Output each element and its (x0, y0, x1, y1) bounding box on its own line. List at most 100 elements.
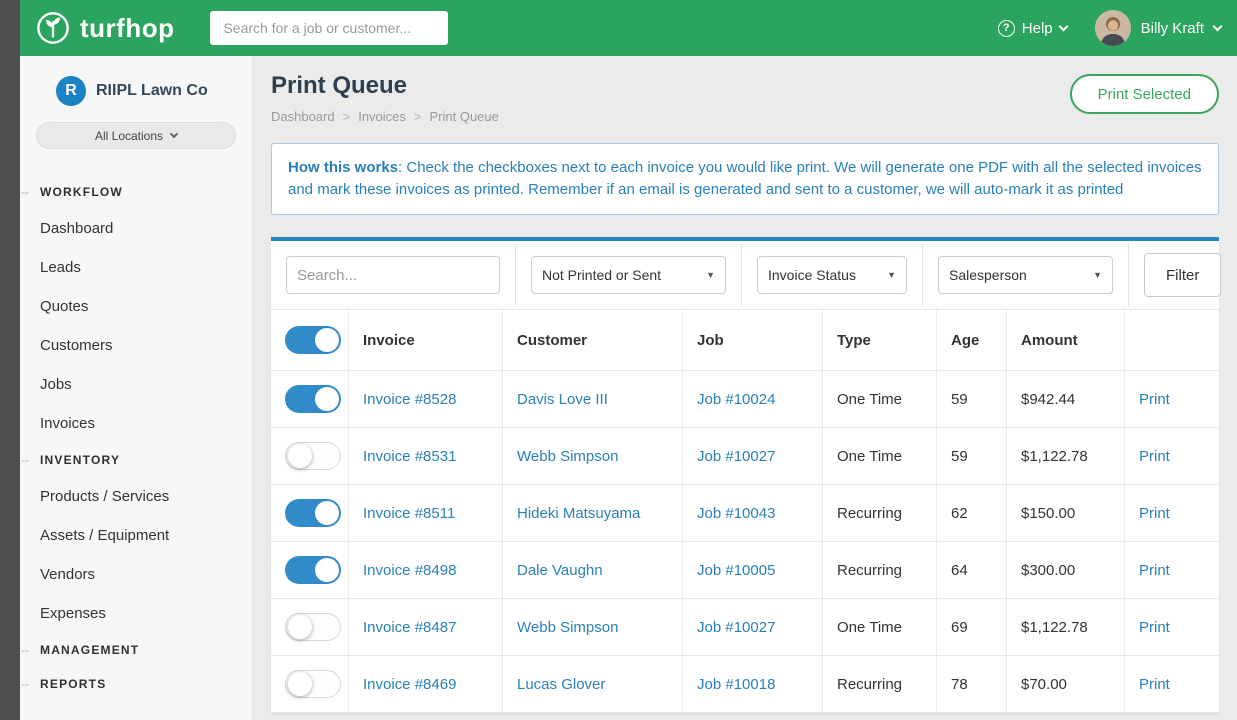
invoice-link[interactable]: Invoice #8487 (363, 619, 456, 636)
row-select-toggle[interactable] (285, 499, 341, 527)
table-cell: Job #10027 (683, 428, 823, 484)
location-selector[interactable]: All Locations (36, 122, 236, 149)
sprout-circle-icon (36, 11, 70, 45)
column-header-customer: Customer (503, 310, 683, 370)
filter-salesperson-cell: Salesperson ▼ (923, 244, 1129, 306)
sidebar-item-quotes[interactable]: Quotes (20, 287, 252, 326)
table-cell (271, 656, 349, 712)
invoice-link[interactable]: Invoice #8528 (363, 391, 456, 408)
job-link[interactable]: Job #10043 (697, 505, 775, 522)
sidebar-section-management: MANAGEMENT (20, 633, 252, 667)
caret-down-icon: ▼ (887, 270, 896, 280)
breadcrumb-separator: > (414, 109, 422, 124)
filter-button[interactable]: Filter (1144, 253, 1221, 297)
printed-status-dropdown[interactable]: Not Printed or Sent ▼ (531, 256, 726, 294)
column-header-invoice: Invoice (349, 310, 503, 370)
table-cell: Invoice #8511 (349, 485, 503, 541)
sidebar-item-jobs[interactable]: Jobs (20, 365, 252, 404)
table-cell: 62 (937, 485, 1007, 541)
table-cell (271, 428, 349, 484)
breadcrumb-item[interactable]: Dashboard (271, 109, 335, 124)
invoice-age: 59 (951, 448, 968, 465)
print-selected-button[interactable]: Print Selected (1070, 74, 1219, 114)
sidebar-item-assets-equipment[interactable]: Assets / Equipment (20, 516, 252, 555)
row-select-toggle[interactable] (285, 556, 341, 584)
customer-link[interactable]: Davis Love III (517, 391, 608, 408)
sidebar-item-dashboard[interactable]: Dashboard (20, 209, 252, 248)
table-cell: $150.00 (1007, 485, 1125, 541)
sidebar-item-expenses[interactable]: Expenses (20, 594, 252, 633)
printed-status-dropdown-value: Not Printed or Sent (542, 267, 661, 283)
print-link[interactable]: Print (1139, 562, 1170, 579)
table-row: Invoice #8531Webb SimpsonJob #10027One T… (271, 428, 1219, 485)
top-navbar: turfhop ? Help Billy Kraft (20, 0, 1237, 56)
chevron-down-icon (1213, 21, 1223, 31)
print-link[interactable]: Print (1139, 505, 1170, 522)
toggle-knob (288, 444, 312, 468)
customer-link[interactable]: Webb Simpson (517, 619, 618, 636)
breadcrumb-item[interactable]: Invoices (358, 109, 406, 124)
salesperson-dropdown[interactable]: Salesperson ▼ (938, 256, 1113, 294)
table-cell (271, 371, 349, 427)
filter-printed-cell: Not Printed or Sent ▼ (516, 244, 742, 306)
header-toggle-cell (271, 310, 349, 370)
invoice-table-body: Invoice #8528 Davis Love III Job #10024 One… (271, 371, 1219, 713)
breadcrumb-item: Print Queue (430, 109, 499, 124)
job-link[interactable]: Job #10005 (697, 562, 775, 579)
customer-link[interactable]: Dale Vaughn (517, 562, 603, 579)
column-header-age: Age (937, 310, 1007, 370)
breadcrumb: Dashboard>Invoices>Print Queue (271, 109, 1219, 124)
table-cell: 69 (937, 599, 1007, 655)
sidebar-item-customers[interactable]: Customers (20, 326, 252, 365)
user-menu[interactable]: Billy Kraft (1095, 10, 1221, 46)
caret-down-icon: ▼ (706, 270, 715, 280)
job-link[interactable]: Job #10018 (697, 676, 775, 693)
table-cell: Print (1125, 542, 1219, 598)
sidebar-item-invoices[interactable]: Invoices (20, 404, 252, 443)
table-cell: Webb Simpson (503, 428, 683, 484)
table-cell: $1,122.78 (1007, 599, 1125, 655)
invoice-link[interactable]: Invoice #8498 (363, 562, 456, 579)
row-select-toggle[interactable] (285, 670, 341, 698)
invoice-link[interactable]: Invoice #8531 (363, 448, 456, 465)
toggle-knob (315, 501, 339, 525)
print-link[interactable]: Print (1139, 448, 1170, 465)
table-cell: Job #10027 (683, 599, 823, 655)
screen-edge (0, 0, 20, 720)
invoice-link[interactable]: Invoice #8511 (363, 505, 455, 522)
row-select-toggle[interactable] (285, 442, 341, 470)
table-cell: Print (1125, 371, 1219, 427)
invoice-status-dropdown-value: Invoice Status (768, 267, 856, 283)
column-header-amount: Amount (1007, 310, 1125, 370)
invoice-link[interactable]: Invoice #8469 (363, 676, 456, 693)
row-select-toggle[interactable] (285, 613, 341, 641)
filter-button-cell: Filter (1129, 241, 1236, 309)
table-cell: Webb Simpson (503, 599, 683, 655)
table-search-input[interactable] (286, 256, 500, 294)
company-name: RIIPL Lawn Co (96, 82, 208, 100)
chevron-down-icon (1058, 21, 1068, 31)
help-menu[interactable]: ? Help (998, 20, 1067, 37)
print-link[interactable]: Print (1139, 391, 1170, 408)
sidebar-item-vendors[interactable]: Vendors (20, 555, 252, 594)
table-row: Invoice #8498 Dale Vaughn Job #10005 Recurr… (271, 542, 1219, 599)
job-link[interactable]: Job #10027 (697, 448, 775, 465)
row-select-toggle[interactable] (285, 385, 341, 413)
customer-link[interactable]: Hideki Matsuyama (517, 505, 640, 522)
sidebar-item-products-services[interactable]: Products / Services (20, 477, 252, 516)
global-search-input[interactable] (210, 11, 448, 45)
location-selector-label: All Locations (95, 129, 163, 143)
customer-link[interactable]: Lucas Glover (517, 676, 605, 693)
sidebar-item-leads[interactable]: Leads (20, 248, 252, 287)
job-link[interactable]: Job #10027 (697, 619, 775, 636)
invoice-status-dropdown[interactable]: Invoice Status ▼ (757, 256, 907, 294)
table-cell: Recurring (823, 656, 937, 712)
customer-link[interactable]: Webb Simpson (517, 448, 618, 465)
brand-logo[interactable]: turfhop (36, 11, 174, 45)
job-link[interactable]: Job #10024 (697, 391, 775, 408)
table-cell: Recurring (823, 542, 937, 598)
table-cell: One Time (823, 371, 937, 427)
print-link[interactable]: Print (1139, 676, 1170, 693)
print-link[interactable]: Print (1139, 619, 1170, 636)
select-all-toggle[interactable] (285, 326, 341, 354)
